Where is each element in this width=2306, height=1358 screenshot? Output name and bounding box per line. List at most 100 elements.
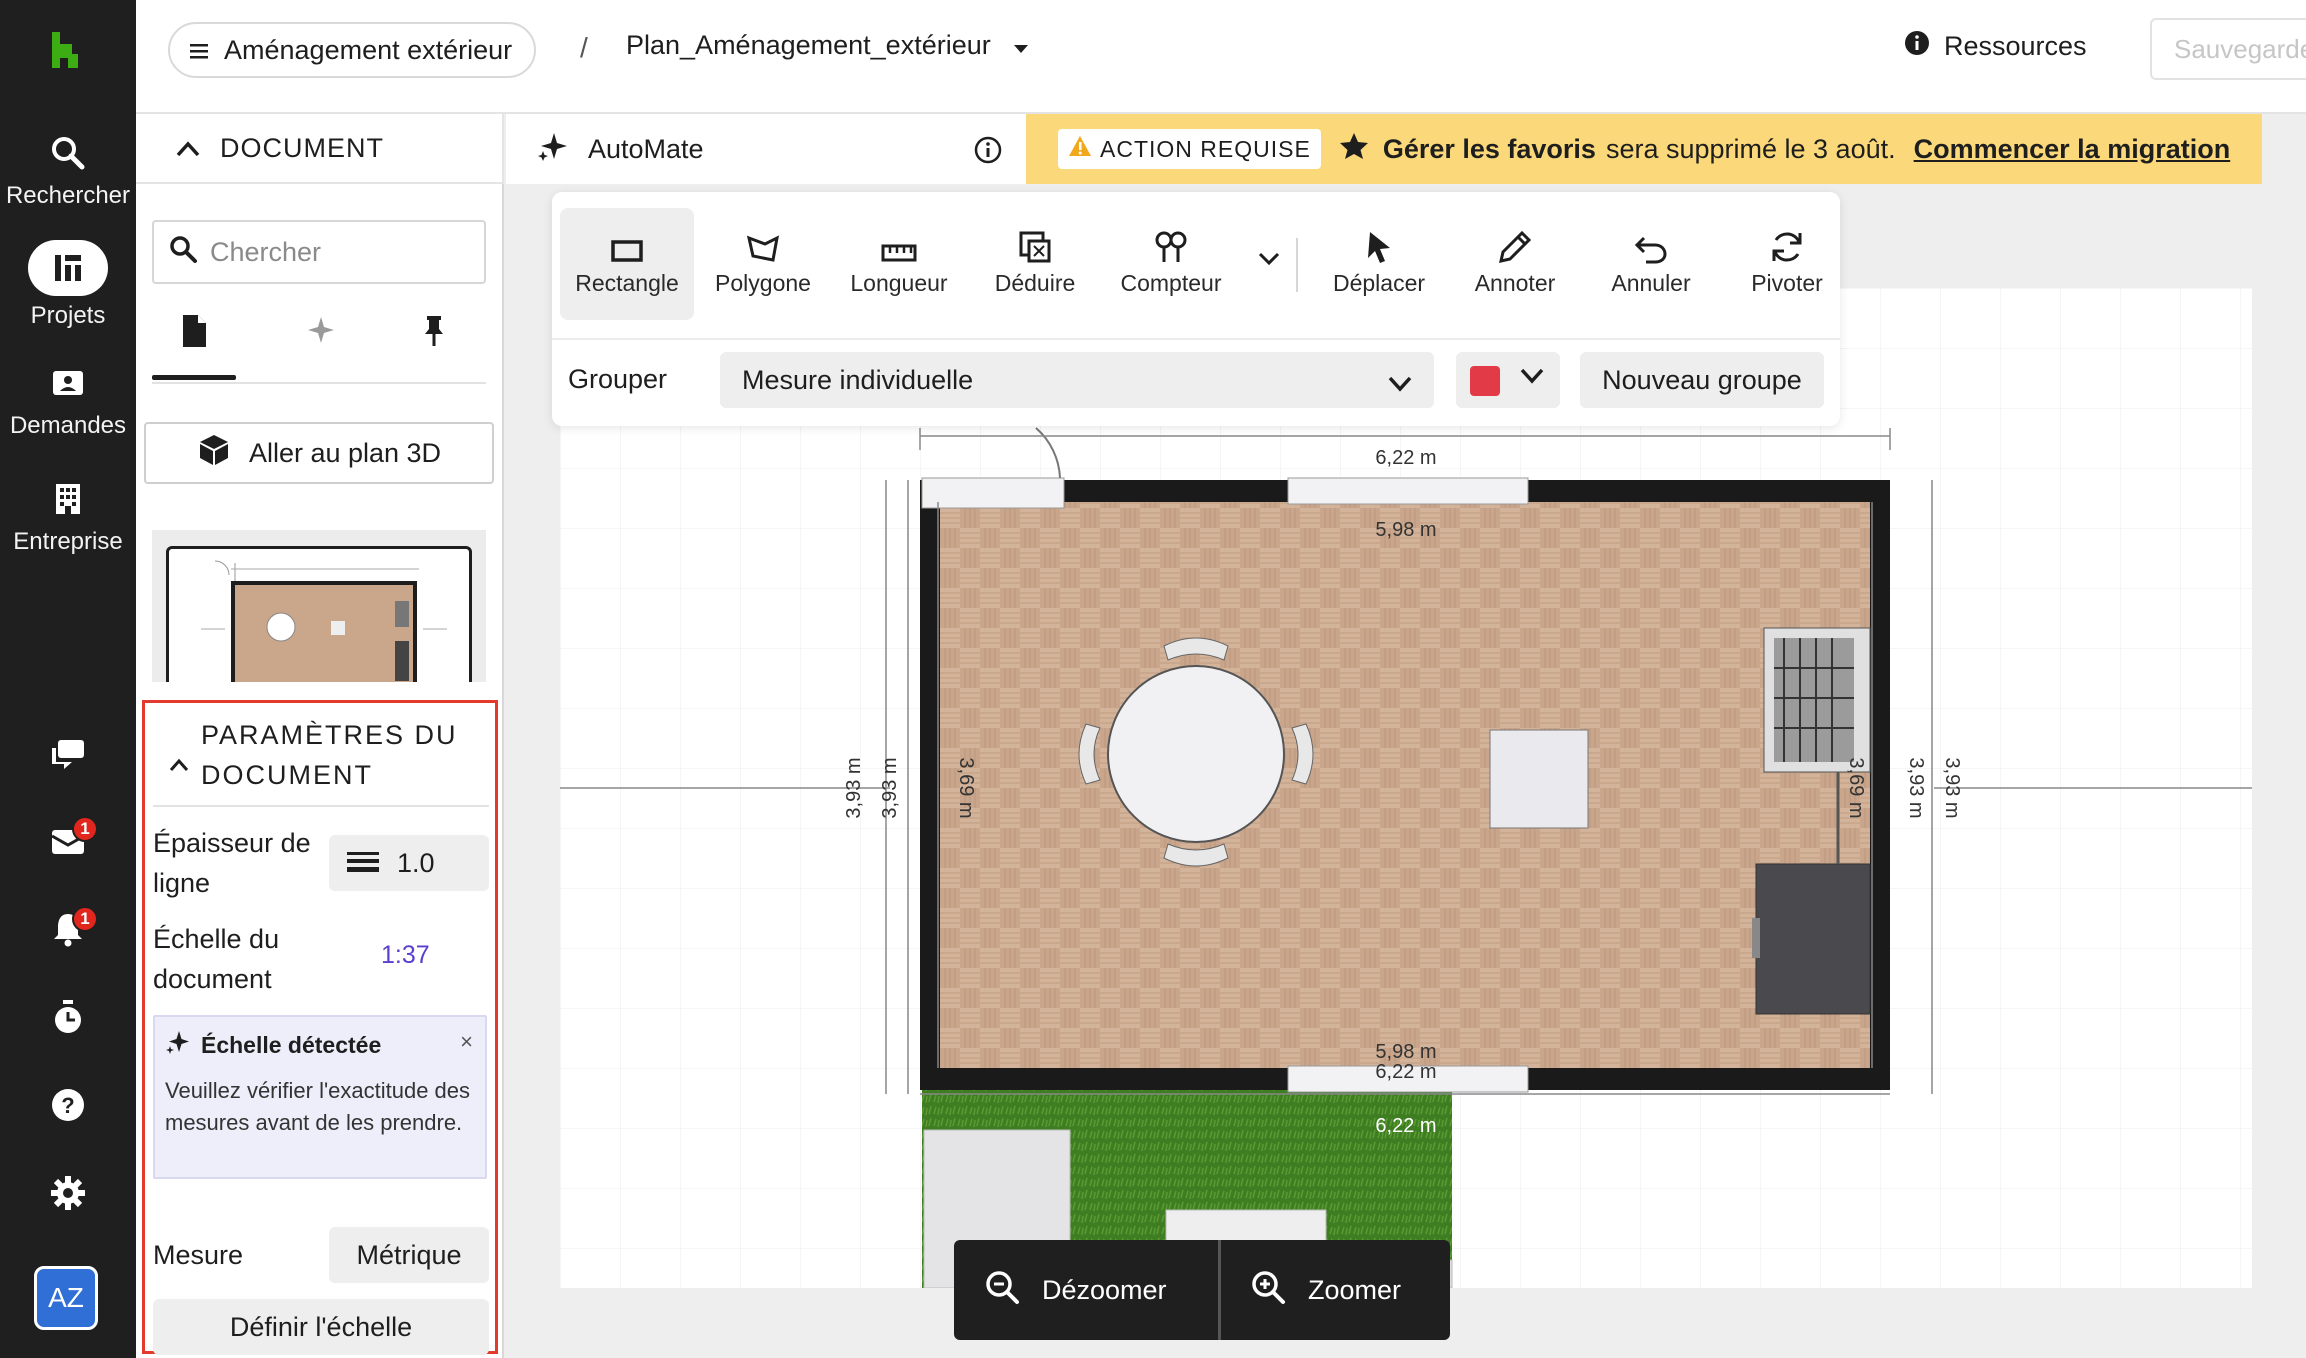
- projects-icon: [28, 240, 108, 296]
- zoom-out-icon: [984, 1269, 1020, 1312]
- tab-pages[interactable]: [152, 314, 236, 380]
- polygon-icon: [696, 208, 830, 270]
- zoom-controls: Dézoomer Zoomer: [954, 1240, 1450, 1340]
- bell-icon[interactable]: [0, 904, 136, 954]
- dim-right-a: 3,69 m: [1845, 757, 1867, 818]
- line-width-selector[interactable]: 1.0: [329, 835, 489, 891]
- nav-item-company[interactable]: Entreprise: [0, 476, 136, 556]
- dim-right-c: 3,93 m: [1941, 757, 1963, 818]
- group-label: Grouper: [568, 364, 668, 394]
- tool-move[interactable]: Déplacer: [1312, 208, 1446, 297]
- action-required-tag: ACTION REQUISE: [1058, 129, 1321, 169]
- sparkle-icon: [536, 129, 570, 170]
- building-icon: [0, 476, 136, 522]
- tool-rotate[interactable]: Pivoter: [1720, 208, 1854, 297]
- tab-ai[interactable]: [278, 314, 362, 380]
- cooktop: [1763, 627, 1871, 773]
- search-icon: [0, 130, 136, 176]
- breadcrumb-separator: /: [580, 32, 588, 63]
- document-section-header[interactable]: DOCUMENT: [136, 114, 504, 184]
- start-migration-link[interactable]: Commencer la migration: [1914, 134, 2231, 165]
- tool-length[interactable]: Longueur: [832, 208, 966, 297]
- file-selector[interactable]: Plan_Aménagement_extérieur: [626, 30, 1029, 61]
- dim-left-b: 3,93 m: [879, 757, 901, 818]
- tool-polygon[interactable]: Polygone: [696, 208, 830, 297]
- new-group-button[interactable]: Nouveau groupe: [1580, 352, 1824, 408]
- close-icon[interactable]: ×: [460, 1029, 473, 1055]
- tab-pinned[interactable]: [392, 314, 476, 380]
- tool-rectangle[interactable]: Rectangle: [560, 208, 694, 320]
- group-color-picker[interactable]: [1456, 352, 1560, 408]
- chevron-up-icon: [176, 133, 200, 164]
- chevron-down-icon[interactable]: [1258, 252, 1280, 271]
- pin-icon: [422, 314, 446, 353]
- logo-icon[interactable]: [40, 30, 92, 70]
- user-avatar[interactable]: AZ: [34, 1266, 98, 1330]
- automate-label: AutoMate: [588, 133, 704, 164]
- line-width-value: 1.0: [397, 847, 435, 878]
- page-thumbnail[interactable]: [166, 546, 472, 682]
- nav-label-search: Rechercher: [5, 182, 131, 209]
- nav-label-projects: Projets: [30, 302, 106, 329]
- page-thumbnail-area: [152, 530, 486, 682]
- measure-label: Mesure: [153, 1240, 244, 1270]
- group-select[interactable]: Mesure individuelle: [720, 352, 1434, 408]
- document-settings-header[interactable]: PARAMÈTRES DU DOCUMENT: [145, 715, 495, 795]
- dim-top-inner: 5,98 m: [1375, 519, 1436, 541]
- define-scale-button[interactable]: Définir l'échelle: [153, 1299, 489, 1355]
- zoom-out-button[interactable]: Dézoomer: [984, 1240, 1167, 1340]
- chat-icon[interactable]: [0, 730, 136, 780]
- nav-rail: Rechercher Projets Demandes Entreprise 1…: [0, 0, 136, 1358]
- tool-counter[interactable]: Compteur: [1104, 208, 1238, 297]
- tool-label: Polygone: [715, 270, 811, 296]
- plan-canvas[interactable]: 6,22 m 5,98 m 5,98 m 6,22 m 6,22 m 3,93 …: [560, 288, 2252, 1288]
- cabinet-handle: [1752, 918, 1760, 958]
- tool-label: Déduire: [994, 270, 1076, 296]
- caret-down-icon: [1013, 30, 1029, 61]
- info-outline-icon[interactable]: [974, 136, 1002, 171]
- tool-undo[interactable]: Annuler: [1584, 208, 1718, 297]
- notifications-badge: 1: [72, 906, 98, 932]
- timer-icon[interactable]: [0, 992, 136, 1042]
- tool-label: Rectangle: [575, 270, 679, 296]
- document-scale-value[interactable]: 1:37: [381, 941, 430, 970]
- search-input[interactable]: Chercher: [152, 220, 486, 284]
- scale-detected-title: Échelle détectée: [201, 1031, 382, 1058]
- side-table: [1489, 729, 1589, 829]
- nav-item-requests[interactable]: Demandes: [0, 360, 136, 440]
- file-name: Plan_Aménagement_extérieur: [626, 30, 991, 60]
- color-swatch: [1470, 366, 1500, 396]
- star-icon: [1339, 132, 1369, 167]
- tool-label: Longueur: [850, 270, 948, 296]
- help-icon[interactable]: ?: [0, 1080, 136, 1130]
- toolbar-separator: [1296, 238, 1298, 292]
- nav-item-projects[interactable]: Projets: [0, 240, 136, 330]
- inbox-icon[interactable]: [0, 816, 136, 866]
- nav-item-search[interactable]: Rechercher: [0, 130, 136, 210]
- document-settings-section: PARAMÈTRES DU DOCUMENT Épaisseur de lign…: [142, 700, 498, 1355]
- rectangle-icon: [560, 208, 694, 270]
- go-to-3d-plan-button[interactable]: Aller au plan 3D: [144, 422, 494, 484]
- settings-icon[interactable]: [0, 1168, 136, 1218]
- nav-label-requests: Demandes: [9, 412, 127, 439]
- line-weight-icon: [347, 848, 379, 879]
- menu-icon: [190, 35, 208, 66]
- door-panel: [921, 477, 1065, 509]
- banner-text: sera supprimé le 3 août.: [1605, 133, 1896, 164]
- project-breadcrumb[interactable]: Aménagement extérieur: [168, 22, 537, 78]
- undo-icon: [1584, 208, 1718, 270]
- dim-bottom-outer: 6,22 m: [1375, 1061, 1436, 1083]
- tool-annotate[interactable]: Annoter: [1448, 208, 1582, 297]
- dim-bottom-inner: 5,98 m: [1375, 1041, 1436, 1063]
- resources-button[interactable]: Ressources: [1904, 30, 2087, 63]
- project-name: Aménagement extérieur: [224, 34, 513, 65]
- automate-tab[interactable]: AutoMate: [506, 114, 1026, 184]
- tool-label: Déplacer: [1332, 270, 1426, 296]
- zoom-in-button[interactable]: Zoomer: [1250, 1240, 1401, 1340]
- chevron-down-icon: [1388, 368, 1412, 399]
- measure-unit-selector[interactable]: Métrique: [329, 1227, 489, 1283]
- zoom-out-label: Dézoomer: [1042, 1274, 1167, 1305]
- save-button[interactable]: Sauvegarder: [2150, 18, 2306, 80]
- tool-deduct[interactable]: Déduire: [968, 208, 1102, 297]
- dim-left-a: 3,93 m: [843, 757, 865, 818]
